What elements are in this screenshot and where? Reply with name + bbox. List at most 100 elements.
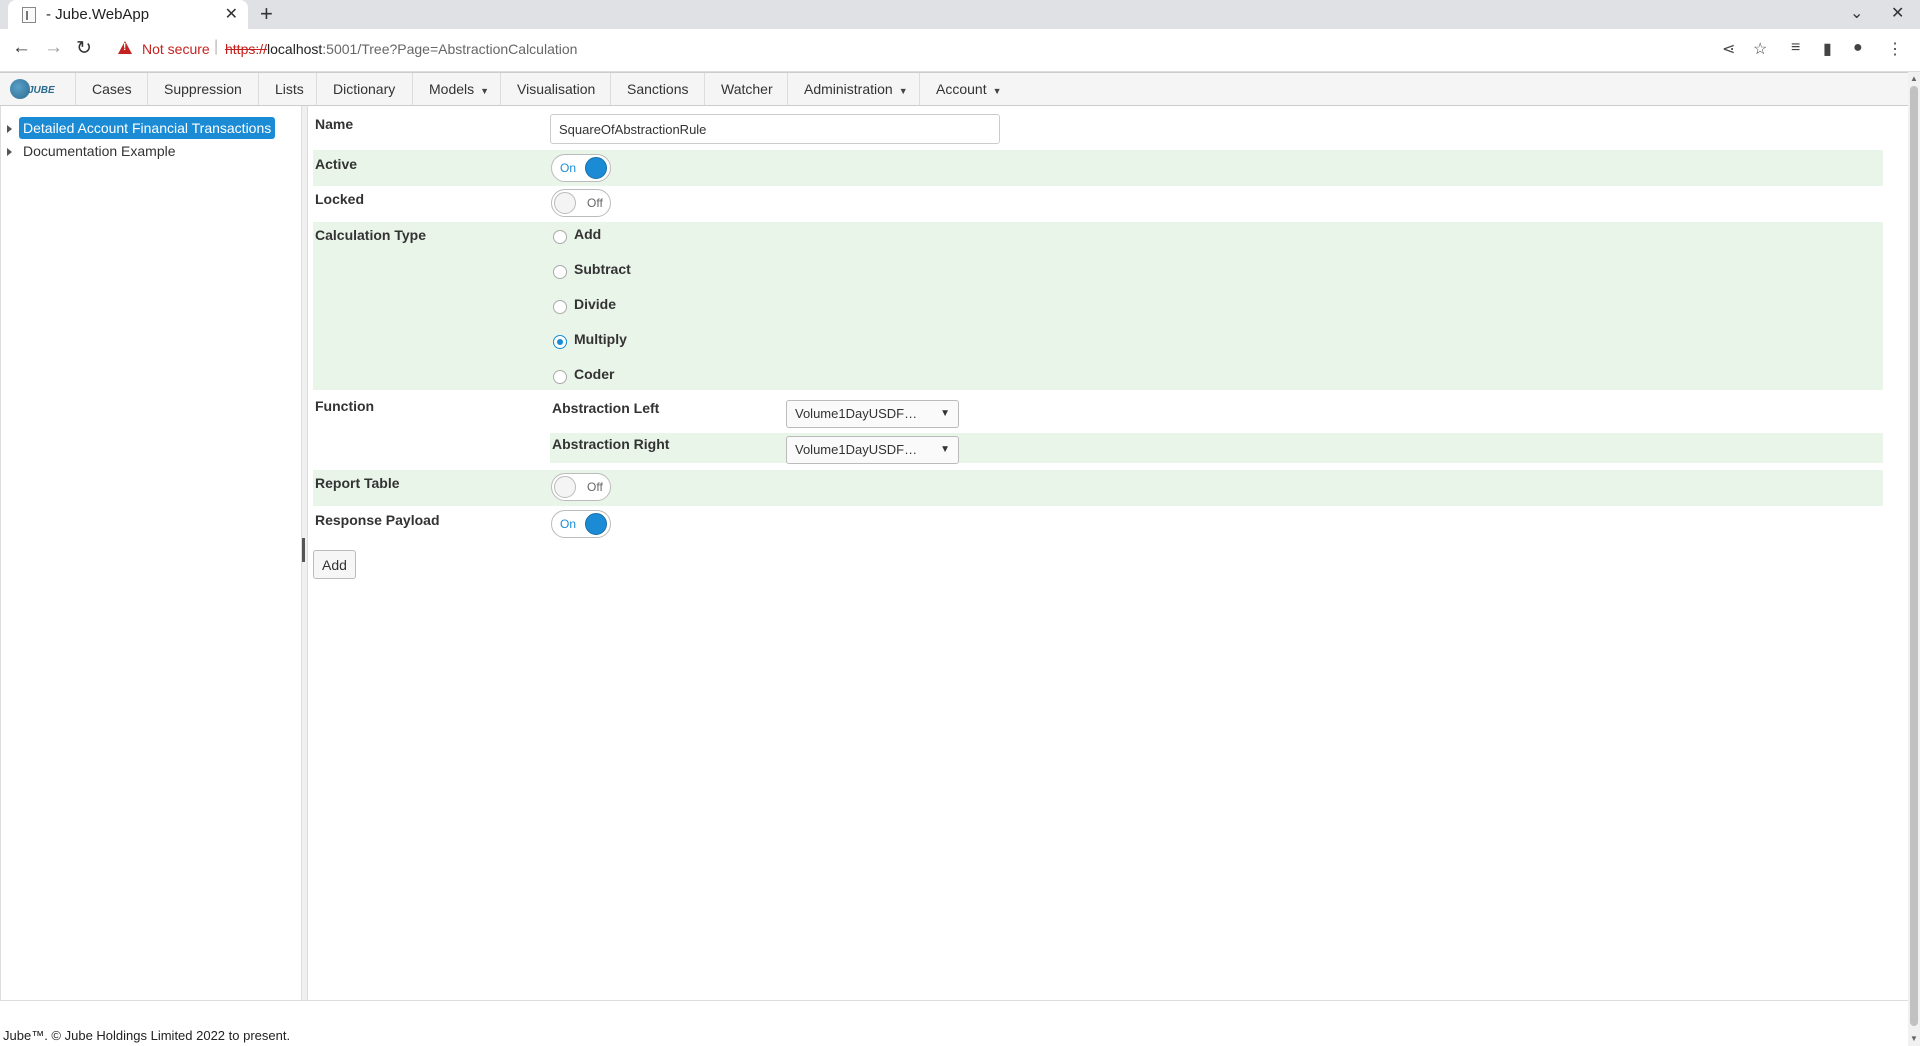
jube-logo[interactable]: JUBE — [10, 79, 60, 101]
toggle-knob — [585, 157, 607, 179]
globe-icon — [10, 79, 30, 99]
splitter-handle[interactable] — [302, 538, 305, 562]
url-text[interactable]: https://localhost:5001/Tree?Page=Abstrac… — [225, 41, 577, 57]
media-icon[interactable]: ≡ — [1791, 39, 1800, 57]
active-row: Active On — [313, 150, 1883, 186]
tree-node-label[interactable]: Detailed Account Financial Transactions — [19, 117, 276, 139]
divider: | — [214, 38, 219, 55]
toggle-state: On — [560, 161, 577, 175]
back-arrow-icon[interactable]: ← — [12, 37, 31, 59]
scroll-up-icon[interactable]: ▲ — [1910, 74, 1918, 83]
toggle-state: Off — [587, 480, 603, 494]
function-label: Function — [315, 398, 375, 414]
plus-icon[interactable]: + — [260, 1, 273, 27]
radio-add[interactable] — [553, 230, 567, 244]
menu-visualisation[interactable]: Visualisation — [500, 73, 611, 105]
logo-text: JUBE — [28, 85, 55, 96]
star-icon[interactable]: ☆ — [1753, 39, 1767, 59]
not-secure-label[interactable]: Not secure — [142, 41, 210, 57]
menu-administration[interactable]: Administration ▼ — [787, 73, 924, 105]
menu-suppression[interactable]: Suppression — [147, 73, 258, 105]
locked-row: Locked Off — [313, 186, 1883, 222]
name-input[interactable] — [550, 114, 1000, 144]
response-payload-row: Response Payload On — [313, 506, 1883, 542]
radio-label[interactable]: Coder — [574, 366, 614, 382]
close-icon[interactable]: ✕ — [1891, 3, 1904, 23]
scroll-thumb[interactable] — [1910, 86, 1918, 1026]
menu-lists[interactable]: Lists — [258, 73, 320, 105]
forward-arrow-icon[interactable]: → — [44, 37, 63, 59]
name-row: Name — [313, 106, 1883, 150]
address-bar[interactable]: Not secure | https://localhost:5001/Tree… — [108, 35, 1788, 65]
response-payload-label: Response Payload — [315, 512, 440, 528]
abstraction-right-label: Abstraction Right — [552, 436, 670, 452]
dropdown-arrow-icon: ▼ — [940, 444, 950, 455]
chevron-down-icon[interactable]: ⌄ — [1850, 3, 1863, 23]
menu-sanctions[interactable]: Sanctions — [610, 73, 704, 105]
add-button[interactable]: Add — [313, 550, 356, 579]
scroll-down-icon[interactable]: ▼ — [1910, 1034, 1918, 1043]
radio-coder[interactable] — [553, 370, 567, 384]
menu-cases[interactable]: Cases — [75, 73, 148, 105]
tree-node-label[interactable]: Documentation Example — [19, 140, 180, 162]
name-label: Name — [315, 116, 354, 132]
active-toggle[interactable]: On — [551, 154, 611, 182]
radio-label[interactable]: Add — [574, 226, 601, 242]
share-icon[interactable]: ⋖ — [1722, 39, 1735, 59]
footer: Jube™. © Jube Holdings Limited 2022 to p… — [0, 1000, 1908, 1046]
toggle-knob — [554, 476, 576, 498]
calculation-type-row: Calculation Type Add Subtract Divide Mul… — [313, 222, 1883, 390]
locked-label: Locked — [315, 191, 365, 207]
browser-toolbar: ← → ↻ Not secure | https://localhost:500… — [0, 29, 1920, 72]
side-panel-icon[interactable]: ▮ — [1823, 39, 1832, 59]
abstraction-left-select[interactable]: Volume1DayUSDF… ▼ — [786, 400, 959, 428]
radio-subtract[interactable] — [553, 265, 567, 279]
menu-dictionary[interactable]: Dictionary — [316, 73, 411, 105]
warning-icon — [118, 41, 132, 54]
radio-label[interactable]: Multiply — [574, 331, 627, 347]
form-panel: Name Active On Locked Off Calculation Ty… — [309, 106, 1908, 1000]
tree-sidebar: Detailed Account Financial Transactions … — [0, 106, 302, 1000]
radio-multiply[interactable] — [553, 335, 567, 349]
active-label: Active — [315, 156, 358, 172]
menu-account[interactable]: Account ▼ — [919, 73, 1018, 105]
tab-title: - Jube.WebApp — [46, 6, 150, 23]
abstraction-right-row: Abstraction Right Volume1DayUSDF… ▼ — [550, 433, 1883, 464]
calculation-type-label: Calculation Type — [315, 227, 426, 243]
toggle-knob — [585, 513, 607, 535]
toggle-state: On — [560, 517, 577, 531]
report-table-label: Report Table — [315, 475, 400, 491]
caret-down-icon: ▼ — [992, 86, 1002, 96]
function-row: Function Abstraction Left Volume1DayUSDF… — [313, 390, 1883, 466]
page-scrollbar[interactable]: ▲ ▼ — [1908, 72, 1920, 1046]
radio-label[interactable]: Divide — [574, 296, 616, 312]
abstraction-right-select[interactable]: Volume1DayUSDF… ▼ — [786, 436, 959, 464]
abstraction-left-row: Abstraction Left Volume1DayUSDF… ▼ — [550, 397, 1883, 428]
response-payload-toggle[interactable]: On — [551, 510, 611, 538]
radio-label[interactable]: Subtract — [574, 261, 631, 277]
profile-icon[interactable]: ● — [1853, 39, 1863, 57]
toggle-state: Off — [587, 196, 603, 210]
browser-tab[interactable]: - Jube.WebApp ✕ — [8, 0, 248, 29]
menu-watcher[interactable]: Watcher — [704, 73, 789, 105]
locked-toggle[interactable]: Off — [551, 189, 611, 217]
radio-divide[interactable] — [553, 300, 567, 314]
report-table-row: Report Table Off — [313, 470, 1883, 506]
reload-icon[interactable]: ↻ — [76, 37, 92, 60]
menu-models[interactable]: Models ▼ — [412, 73, 505, 105]
expand-arrow-icon[interactable] — [7, 148, 12, 156]
caret-down-icon: ▼ — [480, 86, 490, 96]
copyright-text: Jube™. © Jube Holdings Limited 2022 to p… — [3, 1028, 291, 1043]
page-icon — [22, 7, 36, 23]
panel-splitter[interactable] — [302, 106, 308, 1000]
report-table-toggle[interactable]: Off — [551, 473, 611, 501]
close-icon[interactable]: ✕ — [225, 4, 238, 24]
abstraction-left-label: Abstraction Left — [552, 400, 660, 416]
more-vert-icon[interactable]: ⋮ — [1887, 39, 1903, 59]
toggle-knob — [554, 192, 576, 214]
caret-down-icon: ▼ — [898, 86, 908, 96]
browser-tabstrip: - Jube.WebApp ✕ + ⌄ ✕ — [0, 0, 1920, 29]
expand-arrow-icon[interactable] — [7, 125, 12, 133]
main-menu: JUBE Cases Suppression Lists Dictionary … — [0, 72, 1908, 106]
app-root: JUBE Cases Suppression Lists Dictionary … — [0, 72, 1908, 1046]
